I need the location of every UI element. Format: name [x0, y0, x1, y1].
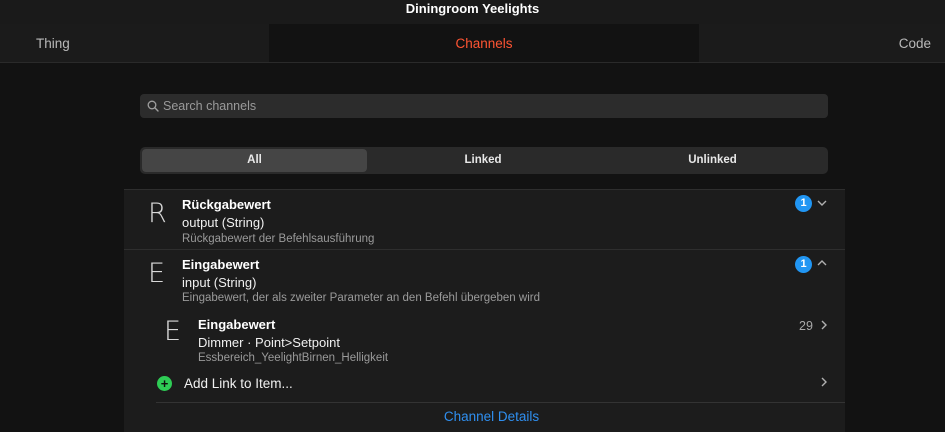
- channel-letter-avatar: E: [148, 258, 166, 289]
- linked-item-semantics: Dimmer · Point>Setpoint: [198, 335, 340, 350]
- tab-thing[interactable]: Thing: [0, 24, 269, 62]
- add-icon: +: [157, 376, 172, 391]
- add-link-label: Add Link to Item...: [184, 376, 293, 391]
- tab-bar: Thing Channels Code: [0, 24, 945, 63]
- title-bar: Diningroom Yeelights: [0, 0, 945, 24]
- channel-type: input (String): [182, 275, 257, 290]
- linked-item-label: Eingabewert: [198, 317, 276, 332]
- channel-description: Eingabewert, der als zweiter Parameter a…: [182, 292, 540, 304]
- channel-label: Rückgabewert: [182, 197, 271, 212]
- search-bar[interactable]: [140, 94, 828, 118]
- filter-linked[interactable]: Linked: [369, 149, 597, 172]
- search-icon: [147, 100, 159, 112]
- linked-item-name: Essbereich_YeelightBirnen_Helligkeit: [198, 352, 389, 364]
- tab-channels[interactable]: Channels: [269, 24, 699, 62]
- filter-unlinked[interactable]: Unlinked: [599, 149, 826, 172]
- chevron-up-icon[interactable]: [816, 258, 828, 268]
- channel-row-output[interactable]: R Rückgabewert output (String) Rückgabew…: [124, 190, 845, 250]
- window-title: Diningroom Yeelights: [405, 1, 540, 16]
- linked-item-state: 29: [799, 319, 813, 333]
- channel-details-link[interactable]: Channel Details: [124, 409, 859, 424]
- linked-item-row[interactable]: E Eingabewert Dimmer · Point>Setpoint Es…: [156, 310, 845, 366]
- search-input[interactable]: [163, 94, 813, 118]
- chevron-right-icon: [821, 377, 827, 387]
- link-count-badge: 1: [795, 195, 812, 212]
- channel-description: Rückgabewert der Befehlsausführung: [182, 233, 375, 245]
- filter-segmented-control: All Linked Unlinked: [140, 147, 828, 174]
- chevron-right-icon: [821, 320, 827, 330]
- tab-code[interactable]: Code: [699, 24, 945, 62]
- channel-row-input[interactable]: E Eingabewert input (String) Eingabewert…: [124, 250, 845, 310]
- add-link-to-item-row[interactable]: + Add Link to Item...: [156, 366, 845, 403]
- channel-letter-avatar: R: [148, 198, 167, 229]
- channel-list: R Rückgabewert output (String) Rückgabew…: [124, 189, 845, 432]
- link-count-badge: 1: [795, 256, 812, 273]
- channel-type: output (String): [182, 215, 265, 230]
- item-letter-avatar: E: [164, 316, 182, 347]
- chevron-down-icon[interactable]: [816, 198, 828, 208]
- filter-all[interactable]: All: [142, 149, 367, 172]
- channel-label: Eingabewert: [182, 257, 260, 272]
